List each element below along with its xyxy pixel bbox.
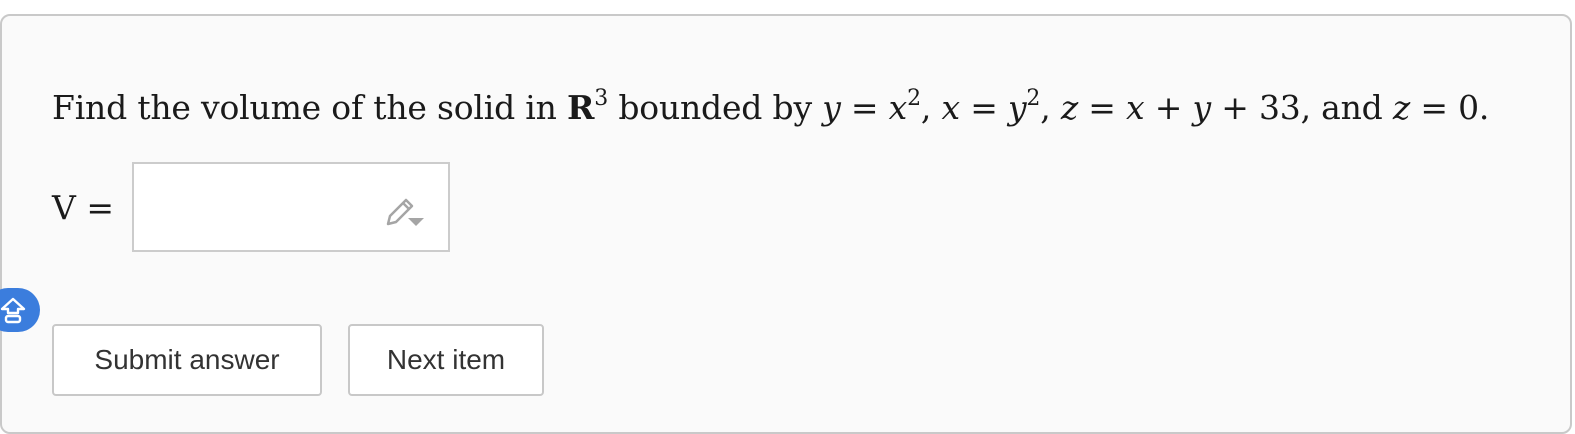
eq2-exp: 2 bbox=[1026, 86, 1041, 111]
set-symbol: R bbox=[567, 88, 595, 127]
eq1-lhs: y bbox=[822, 88, 841, 127]
question-middle: bounded by bbox=[608, 88, 823, 127]
question-prefix: Find the volume of the solid in bbox=[52, 88, 568, 127]
eq4-rhs: 0 bbox=[1458, 88, 1479, 127]
next-item-button[interactable]: Next item bbox=[348, 324, 544, 396]
eq1-exp: 2 bbox=[907, 86, 921, 111]
home-icon bbox=[0, 297, 26, 324]
answer-label: V = bbox=[52, 188, 114, 227]
question-card: Find the volume of the solid in R3 bound… bbox=[0, 14, 1572, 434]
eq2-rhs: y bbox=[1007, 88, 1027, 127]
question-text: Find the volume of the solid in R3 bound… bbox=[52, 86, 1490, 128]
eq3-rhs-a: x bbox=[1126, 88, 1145, 127]
eq3-lhs: z bbox=[1060, 88, 1078, 127]
eq2-lhs: x bbox=[941, 88, 961, 127]
submit-answer-button[interactable]: Submit answer bbox=[52, 324, 322, 396]
pencil-icon[interactable] bbox=[384, 192, 426, 232]
eq4-lhs: z bbox=[1392, 88, 1411, 127]
eq3-const: 33 bbox=[1258, 88, 1301, 127]
set-exponent: 3 bbox=[594, 86, 609, 111]
question-conj: , and bbox=[1300, 88, 1393, 127]
eq1-rhs: x bbox=[888, 88, 908, 127]
answer-input[interactable] bbox=[132, 162, 450, 252]
eq3-rhs-b: y bbox=[1192, 88, 1211, 127]
answer-variable: V bbox=[52, 188, 76, 227]
